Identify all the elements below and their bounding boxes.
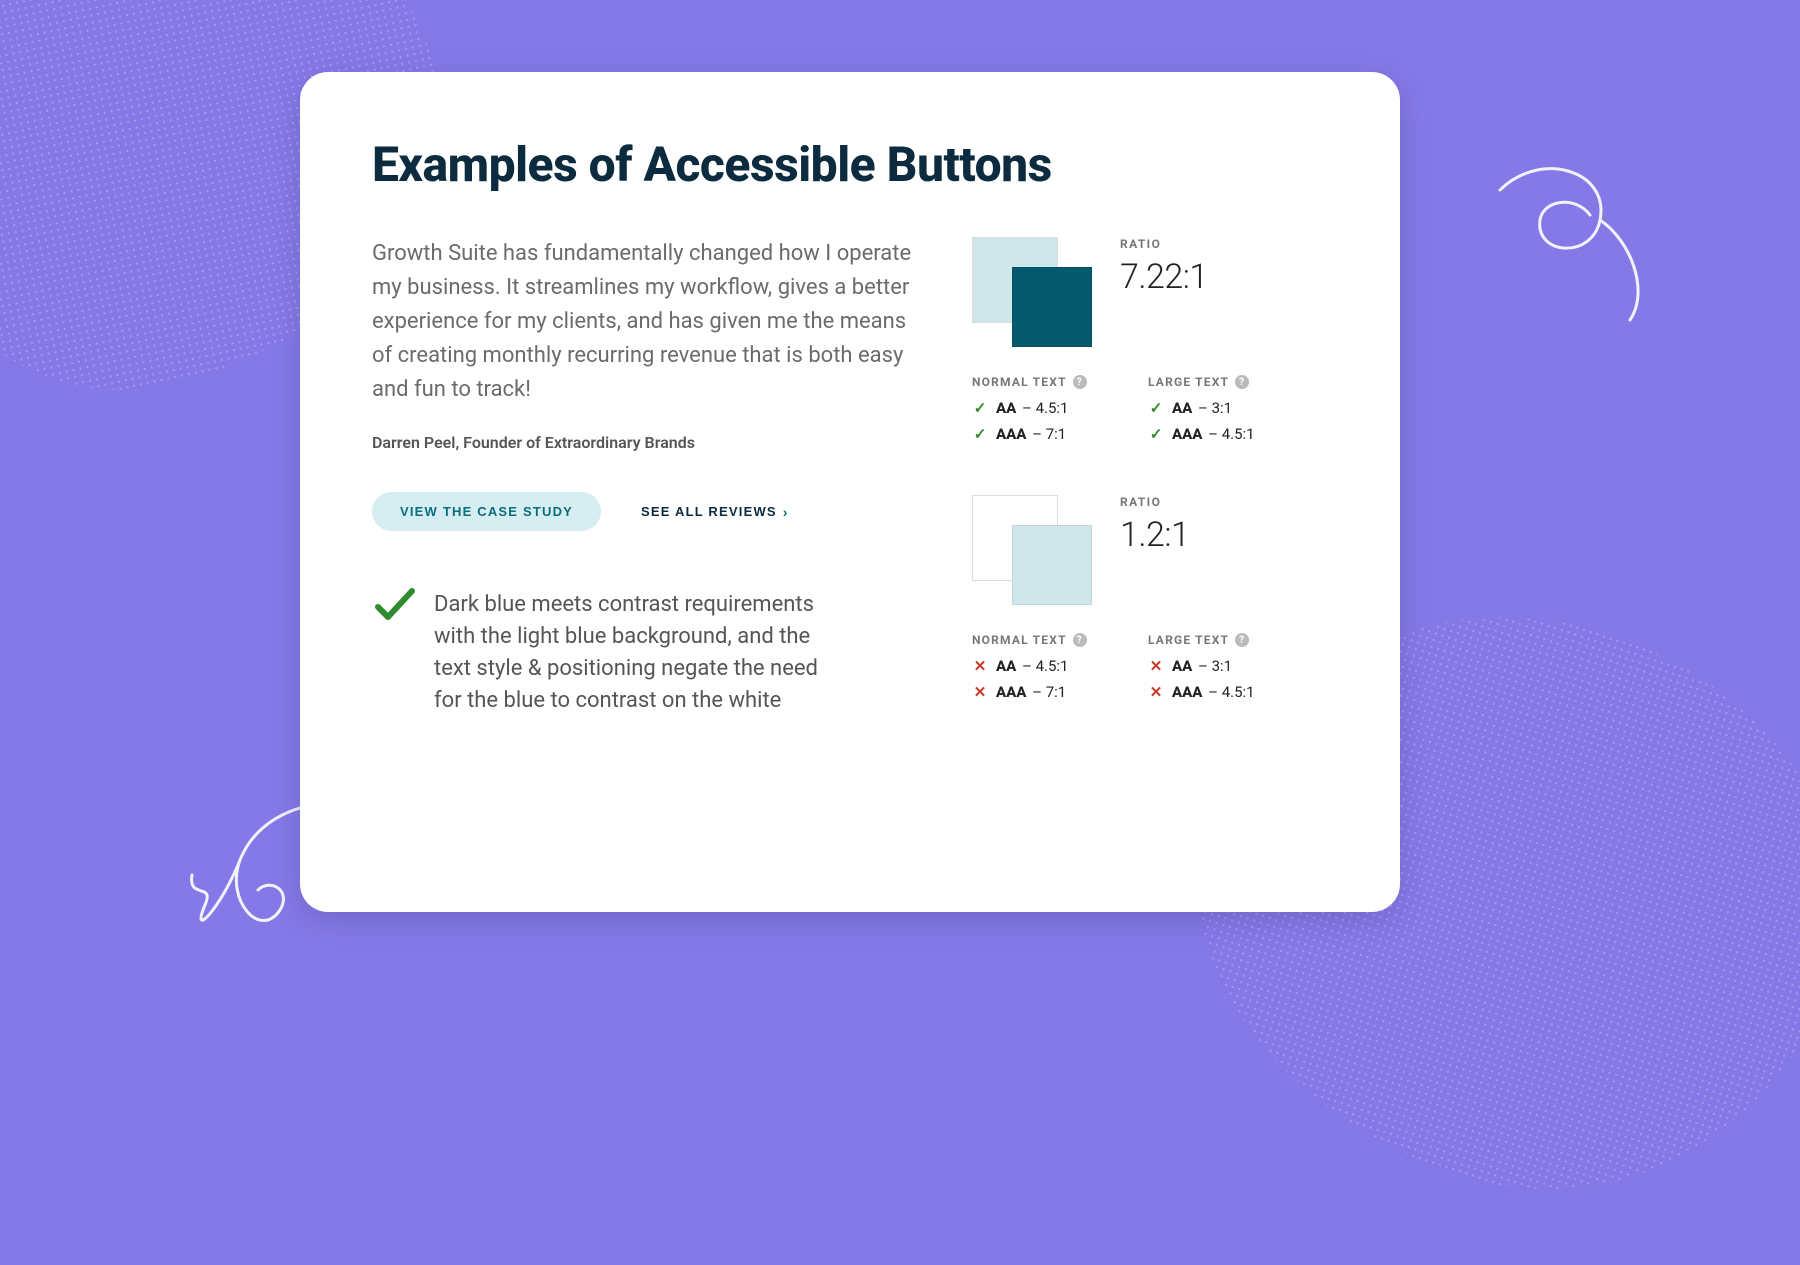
contrast-sample-1: RATIO 7.22:1 NORMAL TEXT ? ✓AA – 4.5:1 ✓… [972,237,1312,451]
large-text-col-1: LARGE TEXT ? ✓AA – 3:1 ✓AAA – 4.5:1 [1148,371,1288,451]
pass-icon: ✓ [972,425,988,443]
right-column: RATIO 7.22:1 NORMAL TEXT ? ✓AA – 4.5:1 ✓… [972,237,1312,753]
normal-text-heading-2: NORMAL TEXT [972,633,1067,647]
pass-icon: ✓ [1148,425,1164,443]
ratio-value-1: 7.22:1 [1120,257,1208,297]
accessibility-note: Dark blue meets contrast requirements wi… [372,589,912,717]
swatch-pair-1 [972,237,1092,347]
ratio-label-1: RATIO [1120,237,1208,251]
cta-row: VIEW THE CASE STUDY SEE ALL REVIEWS › [372,492,912,531]
swatch-front-1 [1012,267,1092,347]
accessibility-note-text: Dark blue meets contrast requirements wi… [434,589,834,717]
normal-text-col-1: NORMAL TEXT ? ✓AA – 4.5:1 ✓AAA – 7:1 [972,371,1112,451]
see-all-reviews-link[interactable]: SEE ALL REVIEWS › [641,504,789,520]
swatch-pair-2 [972,495,1092,605]
chevron-right-icon: › [783,504,789,520]
decorative-squiggle-top-right [1480,160,1670,330]
normal-text-col-2: NORMAL TEXT ? ✕AA – 4.5:1 ✕AAA – 7:1 [972,629,1112,709]
fail-icon: ✕ [1148,683,1164,701]
large-text-heading-1: LARGE TEXT [1148,375,1229,389]
checkmark-icon [372,583,416,627]
view-case-study-button[interactable]: VIEW THE CASE STUDY [372,492,601,531]
see-all-reviews-label: SEE ALL REVIEWS [641,504,777,519]
fail-icon: ✕ [972,657,988,675]
contrast-sample-2: RATIO 1.2:1 NORMAL TEXT ? ✕AA – 4.5:1 ✕A… [972,495,1312,709]
large-text-col-2: LARGE TEXT ? ✕AA – 3:1 ✕AAA – 4.5:1 [1148,629,1288,709]
swatch-front-2 [1012,525,1092,605]
left-column: Growth Suite has fundamentally changed h… [372,237,912,753]
testimonial-quote: Growth Suite has fundamentally changed h… [372,237,912,407]
help-icon[interactable]: ? [1073,633,1087,647]
help-icon[interactable]: ? [1235,375,1249,389]
normal-text-heading-1: NORMAL TEXT [972,375,1067,389]
fail-icon: ✕ [1148,657,1164,675]
ratio-label-2: RATIO [1120,495,1189,509]
ratio-value-2: 1.2:1 [1120,515,1189,555]
testimonial-attribution: Darren Peel, Founder of Extraordinary Br… [372,433,912,452]
page-title: Examples of Accessible Buttons [372,136,1328,193]
content-card: Examples of Accessible Buttons Growth Su… [300,72,1400,912]
help-icon[interactable]: ? [1073,375,1087,389]
fail-icon: ✕ [972,683,988,701]
help-icon[interactable]: ? [1235,633,1249,647]
pass-icon: ✓ [972,399,988,417]
large-text-heading-2: LARGE TEXT [1148,633,1229,647]
pass-icon: ✓ [1148,399,1164,417]
